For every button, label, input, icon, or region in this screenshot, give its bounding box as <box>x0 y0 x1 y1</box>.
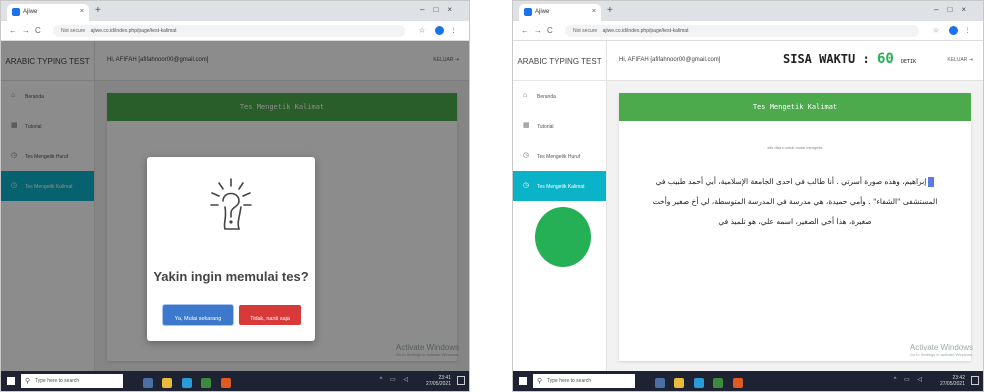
url-text: ajiwe.co.id/index.php/page/test-kalimat <box>90 28 177 34</box>
edge-icon[interactable] <box>181 378 192 388</box>
url-warning: Not secure <box>61 28 86 34</box>
browser-actions[interactable]: ☆ ⋮ <box>419 26 461 35</box>
taskbar-apps <box>655 375 748 391</box>
file-explorer-icon[interactable] <box>674 378 685 388</box>
timer-unit: DETIK <box>901 59 917 65</box>
clock[interactable]: 23:42 27/05/2021 <box>940 375 965 387</box>
close-tab-icon[interactable]: × <box>80 8 84 15</box>
url-warning: Not secure <box>573 28 598 34</box>
profile-icon[interactable] <box>949 26 959 35</box>
store-icon[interactable] <box>713 378 724 388</box>
taskbar-apps <box>143 375 236 391</box>
browser-tabbar: Ajiwe × + –□× <box>1 1 469 21</box>
windows-watermark: Activate Windows Go to Settings to activ… <box>909 343 973 357</box>
windows-taskbar: ⚲ Type here to search ^ ▭ ◁ 23:42 27/05/… <box>513 371 983 391</box>
site-favicon-icon <box>12 8 20 16</box>
start-now-button[interactable]: Ya, Mulai sekarang <box>163 305 233 325</box>
system-tray-icons[interactable]: ^ ▭ ◁ <box>380 376 411 383</box>
sidebar-item-beranda[interactable]: ⌂ Beranda <box>513 81 606 111</box>
brand-title: ARABIC TYPING TEST <box>513 41 606 81</box>
tab-title: Ajiwe <box>535 9 550 15</box>
nav-arrows-icon[interactable]: ←→C <box>521 26 558 35</box>
test-card: Tes Mengetik Kalimat klik disini untuk m… <box>619 93 971 361</box>
user-greeting: Hi, AFIFAH [afifahnoor00@gmail.com] <box>619 57 721 63</box>
window-controls-icon[interactable]: –□× <box>934 5 975 14</box>
task-view-icon[interactable] <box>143 378 153 388</box>
timer-icon: ◷ <box>523 182 530 189</box>
sidebar-item-tes-kalimat[interactable]: ◷ Tes Mengetik Kalimat <box>513 171 606 201</box>
notification-icon[interactable] <box>971 376 979 385</box>
arabic-passage: إبراهيم، وهذه صورة أسرتي . أنا طالب في ا… <box>652 177 938 226</box>
address-bar: ←→C Not secure ajiwe.co.id/index.php/pag… <box>513 21 983 41</box>
nav-arrows-icon[interactable]: ←→C <box>9 26 46 35</box>
edge-icon[interactable] <box>693 378 704 388</box>
timer-value: 60 <box>876 51 894 67</box>
windows-taskbar: ⚲ Type here to search ^ ▭ ◁ 23:41 27/05/… <box>1 371 469 391</box>
question-head-icon <box>210 178 252 230</box>
home-icon: ⌂ <box>523 92 528 99</box>
taskbar-search[interactable]: ⚲ Type here to search <box>533 374 635 388</box>
file-explorer-icon[interactable] <box>162 378 173 388</box>
taskbar-search[interactable]: ⚲ Type here to search <box>21 374 123 388</box>
card-title: Tes Mengetik Kalimat <box>619 93 971 121</box>
windows-start-icon[interactable] <box>519 377 527 385</box>
browser-tab[interactable]: Ajiwe × <box>7 4 89 21</box>
tab-title: Ajiwe <box>23 9 38 15</box>
confirm-modal: Yakin ingin memulai tes? Ya, Mulai sekar… <box>147 157 315 341</box>
clock-icon: ◷ <box>523 152 530 159</box>
browser-tabbar: Ajiwe × + –□× <box>513 1 983 21</box>
address-bar: ←→C Not secure ajiwe.co.id/index.php/pag… <box>1 21 469 41</box>
new-tab-icon[interactable]: + <box>95 5 101 16</box>
later-button[interactable]: Tidak, nanti saja <box>239 305 301 325</box>
app-area: ARABIC TYPING TEST ⌂ Beranda ▦ Tutorial ◷ T… <box>513 41 983 371</box>
close-tab-icon[interactable]: × <box>592 8 596 15</box>
typing-text-area[interactable]: إبراهيم، وهذه صورة أسرتي . أنا طالب في ا… <box>619 172 971 232</box>
store-icon[interactable] <box>201 378 212 388</box>
sidebar: ARABIC TYPING TEST ⌂ Beranda ▦ Tutorial ◷ T… <box>513 41 607 371</box>
task-view-icon[interactable] <box>655 378 665 388</box>
search-icon: ⚲ <box>537 378 543 385</box>
logout-icon: ⇥ <box>968 57 973 63</box>
url-input[interactable]: Not secure ajiwe.co.id/index.php/page/te… <box>565 25 919 37</box>
timer-label: SISA WAKTU : <box>783 52 870 66</box>
sidebar-item-tes-huruf[interactable]: ◷ Tes Mengetik Huruf <box>513 141 606 171</box>
status-circle <box>535 207 591 267</box>
window-controls-icon[interactable]: –□× <box>420 5 461 14</box>
profile-icon[interactable] <box>435 26 445 35</box>
notification-icon[interactable] <box>457 376 465 385</box>
modal-title: Yakin ingin memulai tes? <box>153 269 309 284</box>
chrome-icon[interactable] <box>732 378 743 388</box>
url-text: ajiwe.co.id/index.php/page/test-kalimat <box>602 28 689 34</box>
app-area: ARABIC TYPING TEST ⌂ Beranda ▦ Tutorial ◷ T… <box>1 41 469 371</box>
new-tab-icon[interactable]: + <box>607 5 613 16</box>
chrome-icon[interactable] <box>220 378 231 388</box>
sidebar-item-tutorial[interactable]: ▦ Tutorial <box>513 111 606 141</box>
typing-cursor <box>928 177 935 187</box>
main-content: Hi, AFIFAH [afifahnoor00@gmail.com] SISA… <box>607 41 983 371</box>
countdown-timer: SISA WAKTU : 60 DETIK <box>783 51 916 67</box>
browser-tab[interactable]: Ajiwe × <box>519 4 601 21</box>
site-favicon-icon <box>524 8 532 16</box>
screenshot-typing-test: Ajiwe × + –□× ←→C Not secure ajiwe.co.id… <box>512 0 984 392</box>
start-typing-hint[interactable]: klik disini untuk mulai mengetik <box>619 145 971 150</box>
system-tray-icons[interactable]: ^ ▭ ◁ <box>894 376 925 383</box>
clock[interactable]: 23:41 27/05/2021 <box>426 375 451 387</box>
grid-icon: ▦ <box>523 122 530 129</box>
logout-button[interactable]: KELUAR ⇥ <box>947 57 973 63</box>
browser-actions[interactable]: ☆ ⋮ <box>933 26 975 35</box>
windows-start-icon[interactable] <box>7 377 15 385</box>
search-icon: ⚲ <box>25 378 31 385</box>
topbar: Hi, AFIFAH [afifahnoor00@gmail.com] SISA… <box>607 41 983 81</box>
screenshot-start-confirmation: Ajiwe × + –□× ←→C Not secure ajiwe.co.id… <box>0 0 470 392</box>
url-input[interactable]: Not secure ajiwe.co.id/index.php/page/te… <box>53 25 405 37</box>
